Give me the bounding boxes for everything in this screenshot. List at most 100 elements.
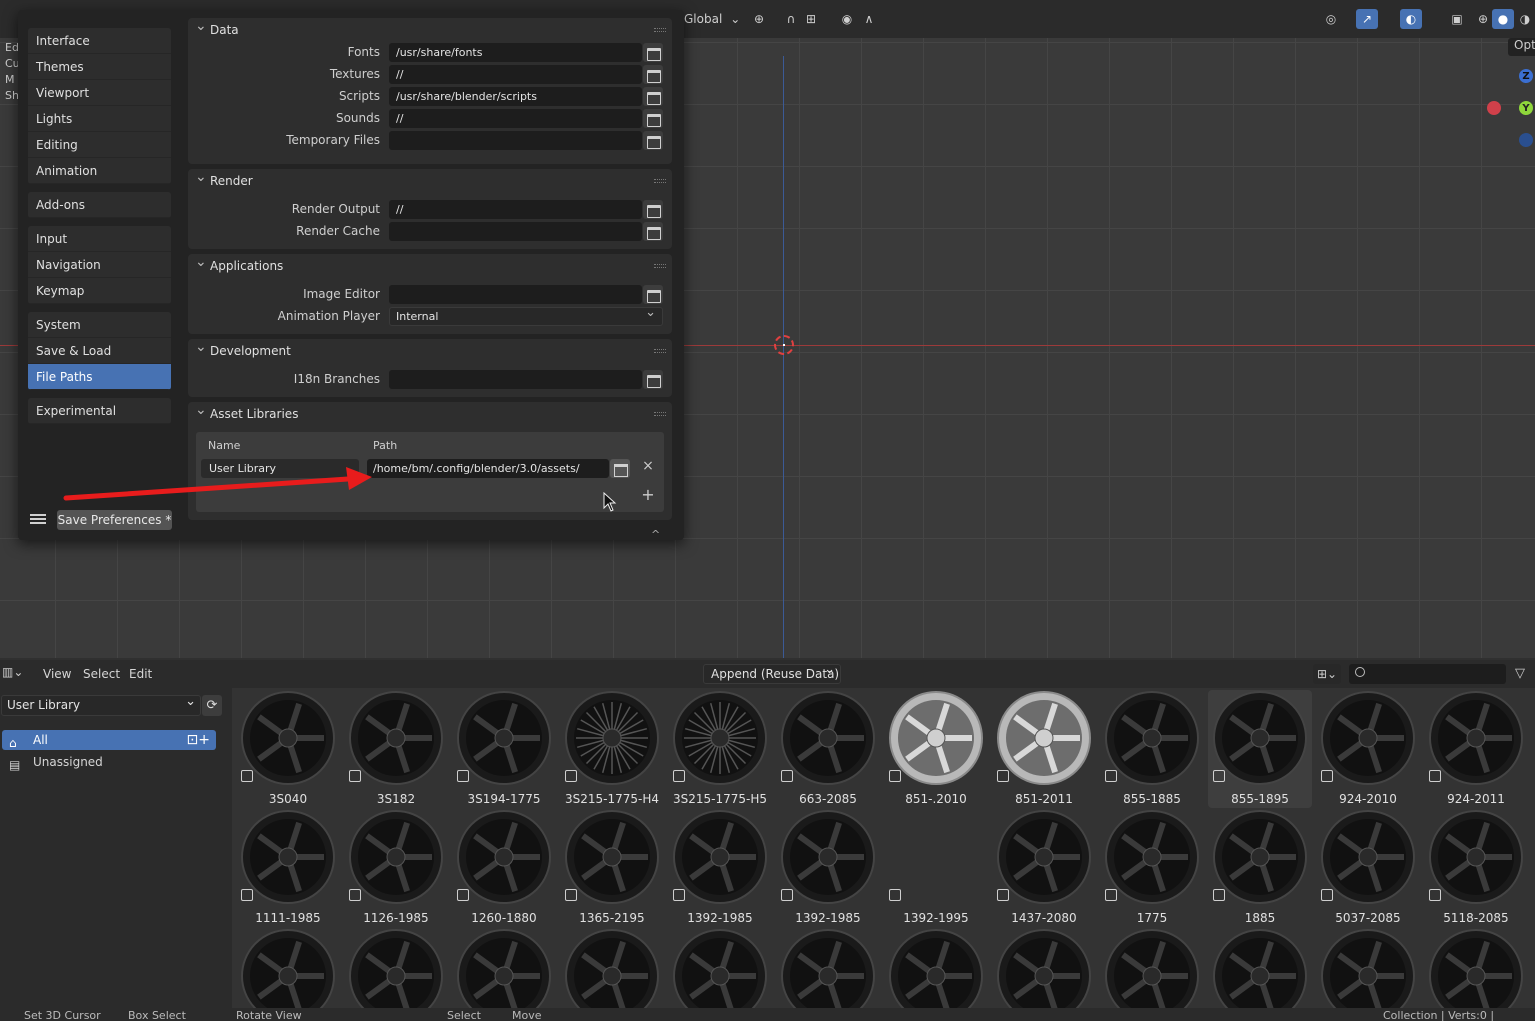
library-path-field[interactable]: /home/bm/.config/blender/3.0/assets/ xyxy=(367,459,609,478)
asset-checkbox[interactable] xyxy=(349,770,361,782)
gizmo-y-axis[interactable]: Y xyxy=(1519,101,1533,115)
folder-icon[interactable] xyxy=(643,131,663,150)
menu-select[interactable]: Select xyxy=(83,667,120,681)
snap-target-icon[interactable]: ⊞ xyxy=(800,9,822,29)
asset-tile[interactable]: 1392-1985 xyxy=(668,809,772,927)
wireframe-shading-icon[interactable]: ⊕ xyxy=(1472,9,1494,29)
asset-tile[interactable] xyxy=(1316,928,1420,1008)
asset-checkbox[interactable] xyxy=(889,889,901,901)
asset-tile[interactable]: 1126-1985 xyxy=(344,809,448,927)
asset-search-input[interactable] xyxy=(1349,664,1506,684)
asset-tile[interactable]: 1775 xyxy=(1100,809,1204,927)
overlay-toggle-icon[interactable]: ◐ xyxy=(1400,9,1422,29)
asset-tile[interactable]: 851-.2010 xyxy=(884,690,988,808)
asset-tile[interactable]: 1392-1995 xyxy=(884,809,988,927)
asset-checkbox[interactable] xyxy=(1429,770,1441,782)
asset-tile[interactable]: 1885 xyxy=(1208,809,1312,927)
asset-library-dropdown[interactable]: User Library xyxy=(1,692,201,716)
panel-asset-libraries-header[interactable]: Asset Libraries xyxy=(188,398,672,426)
panel-render-header[interactable]: Render xyxy=(188,165,672,193)
asset-checkbox[interactable] xyxy=(457,889,469,901)
asset-checkbox[interactable] xyxy=(241,770,253,782)
folder-icon[interactable] xyxy=(643,87,663,106)
asset-tile[interactable]: 663-2085 xyxy=(776,690,880,808)
nav-item-experimental[interactable]: Experimental xyxy=(28,398,171,424)
catalog-unassigned[interactable]: ▤ Unassigned xyxy=(2,752,216,772)
nav-item-keymap[interactable]: Keymap xyxy=(28,278,171,304)
catalog-all[interactable]: ⌂ All ⊡+ xyxy=(2,730,216,750)
gizmo-z-axis[interactable]: Z xyxy=(1519,69,1533,83)
asset-checkbox[interactable] xyxy=(457,770,469,782)
folder-icon[interactable] xyxy=(643,65,663,84)
nav-item-system[interactable]: System xyxy=(28,312,171,338)
asset-checkbox[interactable] xyxy=(1429,889,1441,901)
asset-tile[interactable]: 5118-2085 xyxy=(1424,809,1528,927)
asset-tile[interactable] xyxy=(344,928,448,1008)
solid-shading-icon[interactable]: ● xyxy=(1492,9,1514,29)
options-tab[interactable]: Opti xyxy=(1508,38,1535,56)
path-field[interactable] xyxy=(389,222,642,241)
nav-item-lights[interactable]: Lights xyxy=(28,106,171,132)
import-type-dropdown[interactable]: Append (Reuse Data) xyxy=(703,661,841,684)
asset-tile[interactable]: 1437-2080 xyxy=(992,809,1096,927)
menu-edit[interactable]: Edit xyxy=(129,667,152,681)
folder-icon[interactable] xyxy=(643,200,663,219)
refresh-icon[interactable]: ⟳ xyxy=(202,695,222,716)
image-editor-field[interactable] xyxy=(389,285,642,304)
i18n-branches-field[interactable] xyxy=(389,370,642,389)
asset-tile[interactable] xyxy=(236,928,340,1008)
asset-tile[interactable]: 855-1895 xyxy=(1208,690,1312,808)
asset-checkbox[interactable] xyxy=(349,889,361,901)
asset-checkbox[interactable] xyxy=(781,889,793,901)
asset-checkbox[interactable] xyxy=(1321,770,1333,782)
filter-icon[interactable]: ▽ xyxy=(1515,666,1525,681)
display-mode-icon[interactable]: ⊞⌄ xyxy=(1313,664,1341,684)
gizmo-toggle-icon[interactable]: ↗ xyxy=(1356,9,1378,29)
animation-player-dropdown[interactable]: Internal xyxy=(389,304,663,326)
asset-tile[interactable]: 3S194-1775 xyxy=(452,690,556,808)
folder-icon[interactable] xyxy=(610,459,630,478)
nav-item-file-paths[interactable]: File Paths xyxy=(28,364,171,390)
asset-checkbox[interactable] xyxy=(241,889,253,901)
nav-item-viewport[interactable]: Viewport xyxy=(28,80,171,106)
remove-library-button[interactable]: × xyxy=(640,458,656,478)
asset-checkbox[interactable] xyxy=(781,770,793,782)
xray-icon[interactable]: ▣ xyxy=(1446,9,1468,29)
asset-tile[interactable]: 924-2011 xyxy=(1424,690,1528,808)
nav-item-add-ons[interactable]: Add-ons xyxy=(28,192,171,218)
path-field[interactable]: /usr/share/blender/scripts xyxy=(389,87,642,106)
asset-tile[interactable]: 1392-1985 xyxy=(776,809,880,927)
asset-checkbox[interactable] xyxy=(565,889,577,901)
asset-tile[interactable] xyxy=(884,928,988,1008)
nav-item-save-load[interactable]: Save & Load xyxy=(28,338,171,364)
falloff-icon[interactable]: ∧ xyxy=(858,9,880,29)
panel-applications-header[interactable]: Applications xyxy=(188,250,672,278)
asset-tile[interactable] xyxy=(1208,928,1312,1008)
gizmo-x-axis[interactable] xyxy=(1487,101,1501,115)
chevron-up-icon[interactable]: ^ xyxy=(651,528,660,541)
asset-checkbox[interactable] xyxy=(889,770,901,782)
folder-icon[interactable] xyxy=(643,43,663,62)
path-field[interactable] xyxy=(389,131,642,150)
folder-icon[interactable] xyxy=(643,109,663,128)
folder-icon[interactable] xyxy=(643,370,663,389)
asset-tile[interactable] xyxy=(560,928,664,1008)
asset-tile[interactable] xyxy=(668,928,772,1008)
asset-tile[interactable]: 3S215-1775-H5 xyxy=(668,690,772,808)
asset-tile[interactable]: 3S215-1775-H4 xyxy=(560,690,664,808)
nav-item-input[interactable]: Input xyxy=(28,226,171,252)
asset-tile[interactable] xyxy=(776,928,880,1008)
grip-icon[interactable] xyxy=(654,28,666,32)
asset-checkbox[interactable] xyxy=(1105,770,1117,782)
material-shading-icon[interactable]: ◑ xyxy=(1514,9,1535,29)
path-field[interactable]: // xyxy=(389,65,642,84)
gizmo-neg-z-axis[interactable] xyxy=(1519,133,1533,147)
asset-tile[interactable]: 855-1885 xyxy=(1100,690,1204,808)
menu-view[interactable]: View xyxy=(43,667,71,681)
nav-item-editing[interactable]: Editing xyxy=(28,132,171,158)
add-library-button[interactable]: + xyxy=(640,485,656,505)
visibility-icon[interactable]: ◎ xyxy=(1320,9,1342,29)
grip-icon[interactable] xyxy=(654,349,666,353)
nav-item-themes[interactable]: Themes xyxy=(28,54,171,80)
panel-data-header[interactable]: Data xyxy=(188,14,672,42)
